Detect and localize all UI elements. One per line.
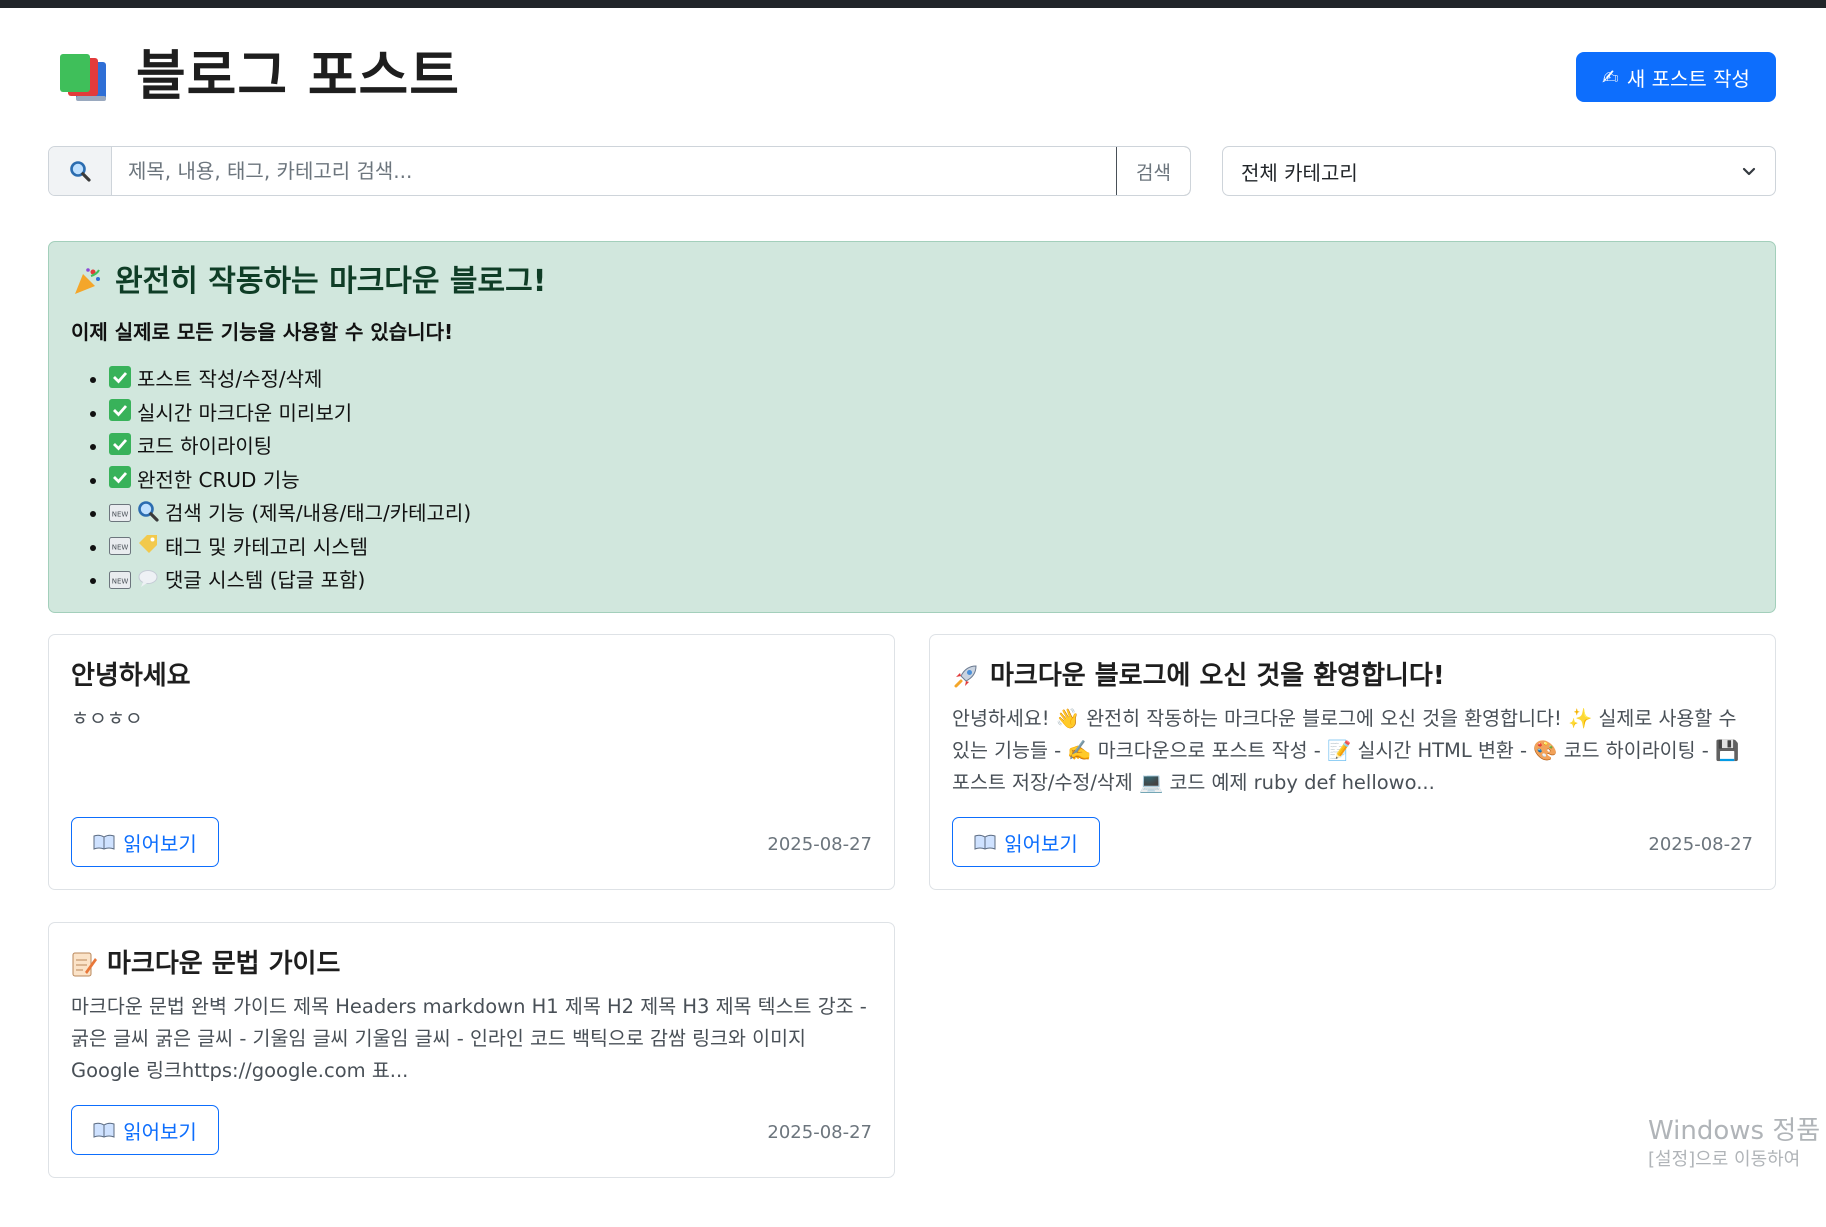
open-book-icon: [93, 1122, 115, 1138]
rocket-icon: [954, 665, 977, 688]
post-card: 안녕하세요 ㅎㅇㅎㅇ 읽어보기 2025-08-27: [48, 634, 895, 890]
page-container: 블로그 포스트 ✍ 새 포스트 작성 검색 전체 카테고리: [48, 8, 1776, 1178]
list-item: NEW검색 기능 (제목/내용/태그/카테고리): [109, 497, 1753, 531]
tag-icon: [137, 532, 159, 564]
books-icon: [60, 54, 106, 101]
search-button[interactable]: 검색: [1116, 147, 1190, 195]
category-selected-value: 전체 카테고리: [1241, 160, 1358, 185]
svg-text:NEW: NEW: [112, 577, 129, 585]
post-card: 마크다운 블로그에 오신 것을 환영합니다! 안녕하세요! 👋 완전히 작동하는…: [929, 634, 1776, 890]
new-badge-icon: NEW: [109, 499, 131, 531]
check-mark-icon: [109, 398, 131, 430]
feature-list: 포스트 작성/수정/삭제 실시간 마크다운 미리보기 코드 하이라이팅 완전한 …: [71, 363, 1753, 598]
read-more-button[interactable]: 읽어보기: [71, 817, 219, 867]
page-title: 블로그 포스트: [136, 44, 460, 107]
read-more-button[interactable]: 읽어보기: [71, 1105, 219, 1155]
check-mark-icon: [109, 432, 131, 464]
category-select[interactable]: 전체 카테고리: [1222, 146, 1776, 196]
speech-bubble-icon: [137, 566, 159, 598]
top-bar: [0, 0, 1826, 8]
alert-subtitle: 이제 실제로 모든 기능을 사용할 수 있습니다!: [71, 320, 454, 344]
post-title[interactable]: 안녕하세요: [71, 657, 872, 695]
post-excerpt: 안녕하세요! 👋 완전히 작동하는 마크다운 블로그에 오신 것을 환영합니다!…: [952, 707, 1740, 794]
search-addon: [49, 147, 112, 195]
list-item: 포스트 작성/수정/삭제: [109, 363, 1753, 397]
post-date: 2025-08-27: [767, 1122, 872, 1143]
list-item: NEW태그 및 카테고리 시스템: [109, 531, 1753, 565]
list-item: 실시간 마크다운 미리보기: [109, 397, 1753, 431]
check-mark-icon: [109, 465, 131, 497]
new-badge-icon: NEW: [109, 566, 131, 598]
search-icon: [70, 161, 91, 182]
svg-text:NEW: NEW: [112, 544, 129, 552]
chevron-down-icon: [1742, 167, 1756, 176]
search-bar: 검색 전체 카테고리: [48, 146, 1776, 198]
open-book-icon: [93, 834, 115, 850]
list-item: 코드 하이라이팅: [109, 430, 1753, 464]
feature-alert: 완전히 작동하는 마크다운 블로그! 이제 실제로 모든 기능을 사용할 수 있…: [48, 241, 1776, 613]
party-popper-icon: [75, 268, 100, 294]
search-group: 검색: [48, 146, 1191, 196]
post-date: 2025-08-27: [1648, 834, 1753, 855]
read-more-button[interactable]: 읽어보기: [952, 817, 1100, 867]
post-date: 2025-08-27: [767, 834, 872, 855]
search-icon: [137, 499, 159, 531]
post-title[interactable]: 마크다운 블로그에 오신 것을 환영합니다!: [952, 657, 1753, 695]
list-item: 완전한 CRUD 기능: [109, 464, 1753, 498]
new-badge-icon: NEW: [109, 532, 131, 564]
check-mark-icon: [109, 365, 131, 397]
new-post-button[interactable]: ✍ 새 포스트 작성: [1576, 52, 1776, 102]
svg-text:NEW: NEW: [112, 510, 129, 518]
windows-activation-watermark: Windows 정품 [설정]으로 이동하여: [1648, 1116, 1821, 1170]
alert-title-text: 완전히 작동하는 마크다운 블로그!: [115, 264, 547, 299]
page-header: 블로그 포스트 ✍ 새 포스트 작성: [48, 8, 1776, 146]
post-excerpt: ㅎㅇㅎㅇ: [71, 707, 143, 730]
list-item: NEW댓글 시스템 (답글 포함): [109, 564, 1753, 598]
post-excerpt: 마크다운 문법 완벽 가이드 제목 Headers markdown H1 제목…: [71, 995, 867, 1082]
new-post-label: 새 포스트 작성: [1626, 66, 1750, 91]
open-book-icon: [974, 834, 996, 850]
post-card: 마크다운 문법 가이드 마크다운 문법 완벽 가이드 제목 Headers ma…: [48, 922, 895, 1178]
post-title[interactable]: 마크다운 문법 가이드: [71, 945, 872, 983]
alert-title: 완전히 작동하는 마크다운 블로그!: [71, 260, 1753, 304]
writing-hand-icon: ✍: [1602, 65, 1619, 89]
search-input[interactable]: [112, 147, 1116, 195]
memo-icon: [72, 952, 97, 977]
